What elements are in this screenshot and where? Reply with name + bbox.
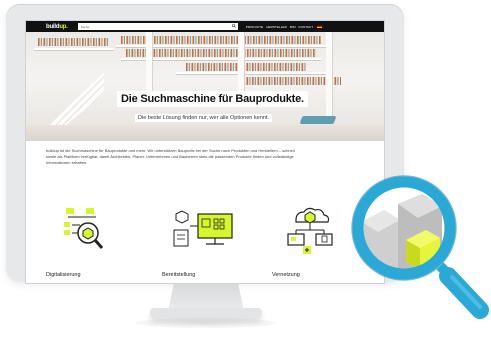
- column: [326, 32, 332, 122]
- magnifier-icon: [351, 175, 489, 319]
- intro-paragraph: buildup ist die Suchmaschine für Bauprod…: [46, 148, 364, 165]
- networking-icon: [287, 207, 333, 254]
- provisioning-icon: [173, 210, 233, 247]
- bookshelf: [126, 49, 316, 57]
- hero-subtitle: Die beste Lösung finden nur, wer alle Op…: [135, 114, 272, 122]
- balcony-rail: [176, 72, 326, 74]
- intro-line: Informationen erhalten.: [46, 159, 88, 165]
- feature-label: Bereitstellung: [162, 272, 196, 278]
- hero-title: Die Suchmaschine für Bauprodukte.: [117, 91, 308, 107]
- monitor-stand-base: [150, 308, 262, 318]
- bookshelf: [186, 63, 306, 71]
- feature-label: Vernetzung: [272, 272, 300, 278]
- buildup-logo[interactable]: buildup.: [46, 24, 68, 30]
- search-input-value: Suche: [80, 24, 90, 29]
- nav-links: PRODUKTE HERSTELLER BIM KONTAKT: [246, 25, 313, 29]
- column: [238, 32, 244, 92]
- feature-digitalization[interactable]: Digitalisierung: [46, 206, 136, 278]
- feature-label: Digitalisierung: [46, 272, 81, 278]
- hero-banner: Die Suchmaschine für Bauprodukte. Die be…: [26, 32, 384, 141]
- digitalization-icon: [64, 208, 104, 249]
- column: [146, 32, 152, 92]
- feature-provisioning[interactable]: Bereitstellung: [162, 206, 252, 278]
- blue-sofa: [299, 116, 337, 124]
- language-flag-icon[interactable]: [317, 25, 323, 28]
- website-navbar: buildup. Suche PRODUKTE HERSTELLER BIM K…: [26, 21, 384, 32]
- balcony-rail: [34, 48, 114, 50]
- nav-link-contact[interactable]: KONTAKT: [299, 25, 314, 29]
- nav-link-manufacturers[interactable]: HERSTELLER: [266, 25, 287, 29]
- monitor-stand-shadow: [135, 318, 277, 328]
- nav-link-bim[interactable]: BIM: [290, 25, 296, 29]
- search-icon[interactable]: [231, 24, 236, 28]
- search-input[interactable]: Suche: [77, 23, 238, 30]
- nav-link-products[interactable]: PRODUKTE: [246, 25, 263, 29]
- floor: [26, 125, 384, 141]
- monitor-screen: buildup. Suche PRODUKTE HERSTELLER BIM K…: [25, 20, 385, 284]
- bookshelf: [38, 38, 108, 46]
